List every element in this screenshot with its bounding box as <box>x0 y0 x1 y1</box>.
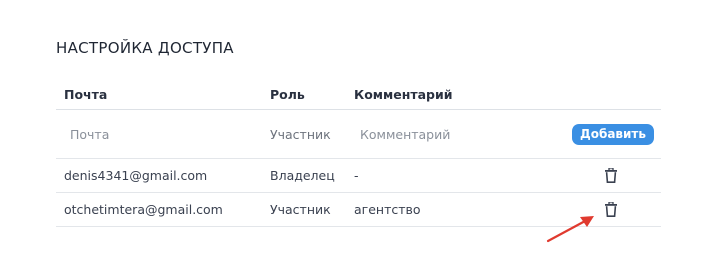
email-cell <box>64 110 240 158</box>
add-cell: Добавить <box>566 110 656 158</box>
email-input[interactable] <box>70 126 240 142</box>
row-comment: - <box>354 168 359 183</box>
row-comment: агентство <box>354 202 421 217</box>
column-header-comment: Комментарий <box>354 87 453 102</box>
row-email: denis4341@gmail.com <box>64 168 208 183</box>
trash-icon[interactable] <box>605 167 617 183</box>
row-email: otchetimtera@gmail.com <box>64 202 223 217</box>
section-title: НАСТРОЙКА ДОСТУПА <box>56 39 234 57</box>
access-table: Почта Роль Комментарий Участник Добавить… <box>56 80 661 227</box>
role-cell: Участник <box>270 110 331 158</box>
comment-input[interactable] <box>360 126 530 142</box>
comment-cell <box>354 110 530 158</box>
column-header-email: Почта <box>64 87 108 102</box>
trash-icon[interactable] <box>605 201 617 217</box>
add-button[interactable]: Добавить <box>572 123 654 145</box>
annotation-arrow-icon <box>546 216 594 243</box>
new-entry-row: Участник Добавить <box>56 110 661 159</box>
role-select[interactable]: Участник <box>270 127 331 142</box>
row-action-cell <box>566 159 656 192</box>
table-header-row: Почта Роль Комментарий <box>56 80 661 110</box>
row-role: Владелец <box>270 168 335 183</box>
access-settings-panel: НАСТРОЙКА ДОСТУПА Почта Роль Комментарий… <box>0 0 715 266</box>
column-header-role: Роль <box>270 87 305 102</box>
table-row: denis4341@gmail.com Владелец - <box>56 159 661 193</box>
row-role: Участник <box>270 202 331 217</box>
